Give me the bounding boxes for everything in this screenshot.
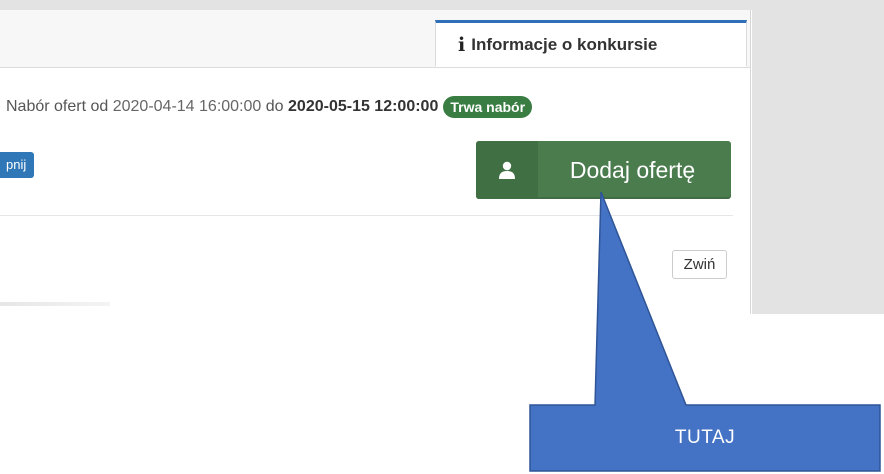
page: i Informacje o konkursie Nabór ofert od … <box>0 0 884 474</box>
offer-period-line: Nabór ofert od 2020-04-14 16:00:00 do 20… <box>6 96 533 118</box>
user-icon <box>476 141 538 199</box>
tab-contest-info[interactable]: i Informacje o konkursie <box>435 20 747 67</box>
tab-contest-info-label: Informacje o konkursie <box>471 34 658 54</box>
offer-period-end: 2020-05-15 12:00:00 <box>288 98 439 115</box>
info-icon: i <box>458 33 466 56</box>
join-button[interactable]: pnij <box>0 152 35 178</box>
section-divider <box>0 215 733 216</box>
status-badge: Trwa nabór <box>443 96 533 118</box>
add-offer-label: Dodaj ofertę <box>569 156 696 183</box>
tab-strip: i Informacje o konkursie <box>0 10 750 68</box>
faded-content <box>0 302 110 306</box>
contest-panel: i Informacje o konkursie Nabór ofert od … <box>0 10 751 314</box>
add-offer-button[interactable]: Dodaj ofertę <box>476 141 731 199</box>
callout-label: TUTAJ <box>674 427 736 448</box>
collapse-button[interactable]: Zwiń <box>672 250 727 279</box>
offer-period-connector: do <box>265 98 284 115</box>
offer-period-start: 2020-04-14 16:00:00 <box>112 98 262 115</box>
browser-frame-right <box>752 0 884 314</box>
offer-period-prefix: Nabór ofert od <box>6 98 109 115</box>
